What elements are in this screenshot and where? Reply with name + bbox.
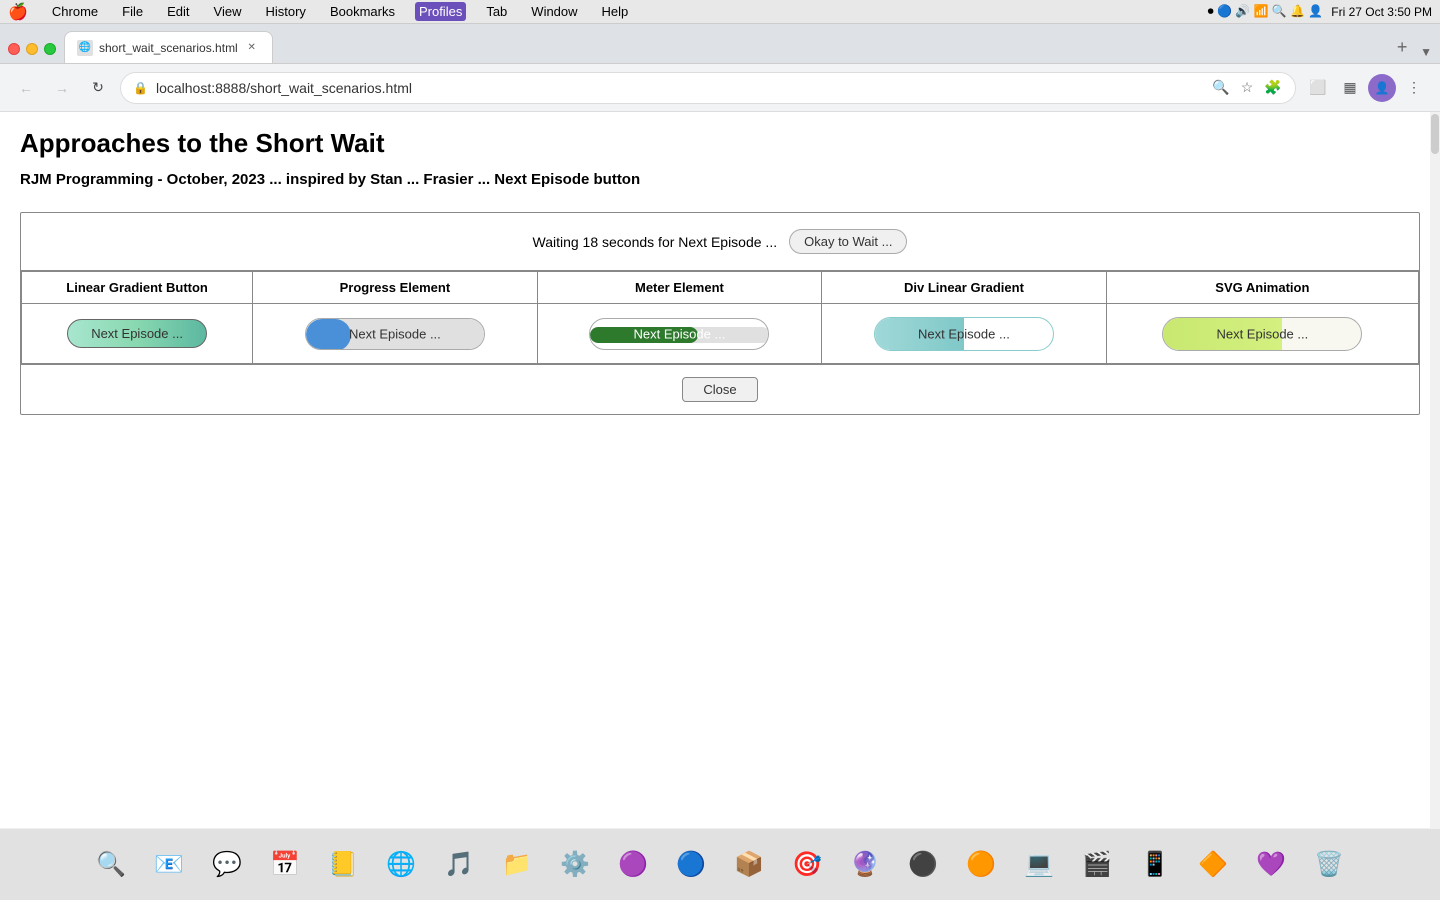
dock-item-messages[interactable]: 💬 [201, 839, 253, 891]
dock-item-app8[interactable]: 💻 [1013, 839, 1065, 891]
dock-item-app3[interactable]: 📦 [723, 839, 775, 891]
menu-history[interactable]: History [261, 2, 309, 21]
extensions-icon[interactable]: 🧩 [1263, 78, 1283, 98]
close-window-btn[interactable] [8, 43, 20, 55]
dock-item-settings[interactable]: ⚙️ [549, 839, 601, 891]
bookmark-icon[interactable]: ☆ [1237, 78, 1257, 98]
close-row: Close [21, 364, 1419, 414]
more-btn[interactable]: ⋮ [1400, 74, 1428, 102]
window-controls [8, 43, 56, 55]
menu-bar-right: ⏺ 🔵 🔊 📶 🔍 🔔 👤 Fri 27 Oct 3:50 PM [1208, 4, 1432, 19]
menu-bookmarks[interactable]: Bookmarks [326, 2, 399, 21]
dock-item-app2[interactable]: 🔵 [665, 839, 717, 891]
dock: 🔍 📧 💬 📅 📒 🌐 🎵 📁 ⚙️ 🟣 🔵 📦 🎯 🔮 ⚫ 🟠 💻 🎬 📱 🔶… [0, 828, 1440, 900]
div-gradient-label: Next Episode ... [918, 326, 1010, 341]
dock-item-files[interactable]: 📁 [491, 839, 543, 891]
menu-help[interactable]: Help [598, 2, 633, 21]
dock-item-trash[interactable]: 🗑️ [1303, 839, 1355, 891]
tab-bar: 🌐 short_wait_scenarios.html ✕ + ▼ [0, 24, 1440, 64]
menu-icons: ⏺ 🔵 🔊 📶 🔍 🔔 👤 [1208, 4, 1324, 19]
maximize-window-btn[interactable] [44, 43, 56, 55]
tab-title: short_wait_scenarios.html [99, 41, 238, 55]
col-meter: Meter Element [537, 272, 822, 304]
page-subtitle: RJM Programming - October, 2023 ... insp… [20, 171, 1420, 188]
dock-item-mail[interactable]: 📧 [143, 839, 195, 891]
page-title: Approaches to the Short Wait [20, 128, 1420, 159]
dock-item-app11[interactable]: 🔶 [1187, 839, 1239, 891]
menu-view[interactable]: View [210, 2, 246, 21]
demo-row: Next Episode ... Next Episode ... N [22, 304, 1419, 364]
col-progress: Progress Element [253, 272, 538, 304]
tab-scroll-area: 🌐 short_wait_scenarios.html ✕ + ▼ [64, 31, 1432, 63]
tab-expand-btn[interactable]: ▼ [1420, 45, 1432, 59]
dock-item-app1[interactable]: 🟣 [607, 839, 659, 891]
dock-item-app6[interactable]: ⚫ [897, 839, 949, 891]
cell-div-gradient: Next Episode ... [822, 304, 1107, 364]
dock-item-app9[interactable]: 🎬 [1071, 839, 1123, 891]
dock-item-app4[interactable]: 🎯 [781, 839, 833, 891]
okay-wait-button[interactable]: Okay to Wait ... [789, 229, 907, 254]
avatar-btn[interactable]: 👤 [1368, 74, 1396, 102]
meter-element [590, 319, 769, 350]
search-icon[interactable]: 🔍 [1211, 78, 1231, 98]
dock-item-app12[interactable]: 💜 [1245, 839, 1297, 891]
dock-item-contacts[interactable]: 📒 [317, 839, 369, 891]
url-bar[interactable]: 🔒 localhost:8888/short_wait_scenarios.ht… [120, 72, 1296, 104]
new-tab-btn[interactable]: + [1388, 33, 1416, 61]
svg-label: Next Episode ... [1216, 326, 1308, 341]
dock-item-music[interactable]: 🎵 [433, 839, 485, 891]
menu-tab[interactable]: Tab [482, 2, 511, 21]
tab-close-btn[interactable]: ✕ [244, 40, 260, 56]
datetime: Fri 27 Oct 3:50 PM [1331, 5, 1432, 19]
menu-bar: 🍎 Chrome File Edit View History Bookmark… [0, 0, 1440, 24]
menu-file[interactable]: File [118, 2, 147, 21]
forward-btn[interactable]: → [48, 74, 76, 102]
waiting-text: Waiting 18 seconds for Next Episode ... [533, 234, 778, 250]
dock-item-app7[interactable]: 🟠 [955, 839, 1007, 891]
back-btn[interactable]: ← [12, 74, 40, 102]
dock-item-app10[interactable]: 📱 [1129, 839, 1181, 891]
menu-edit[interactable]: Edit [163, 2, 193, 21]
active-tab[interactable]: 🌐 short_wait_scenarios.html ✕ [64, 31, 273, 63]
col-svg: SVG Animation [1106, 272, 1418, 304]
dock-item-app5[interactable]: 🔮 [839, 839, 891, 891]
div-gradient-outer: Next Episode ... [874, 317, 1054, 351]
lock-icon: 🔒 [133, 81, 148, 95]
progress-container: Next Episode ... [305, 318, 485, 350]
col-div-gradient: Div Linear Gradient [822, 272, 1107, 304]
main-container: Waiting 18 seconds for Next Episode ... … [20, 212, 1420, 415]
address-bar: ← → ↻ 🔒 localhost:8888/short_wait_scenar… [0, 64, 1440, 112]
refresh-btn[interactable]: ↻ [84, 74, 112, 102]
chrome-actions: ⬜ ▦ 👤 ⋮ [1304, 74, 1428, 102]
meter-container: Next Episode ... [589, 318, 769, 350]
url-actions: 🔍 ☆ 🧩 [1211, 78, 1283, 98]
dock-item-safari[interactable]: 🌐 [375, 839, 427, 891]
cell-linear-gradient: Next Episode ... [22, 304, 253, 364]
menu-profiles[interactable]: Profiles [415, 2, 466, 21]
col-linear-gradient: Linear Gradient Button [22, 272, 253, 304]
close-button[interactable]: Close [682, 377, 757, 402]
tab-favicon: 🌐 [77, 40, 93, 56]
page-content: Approaches to the Short Wait RJM Program… [0, 112, 1440, 431]
linear-gradient-btn[interactable]: Next Episode ... [67, 319, 207, 348]
menu-window[interactable]: Window [527, 2, 581, 21]
scroll-thumb[interactable] [1431, 114, 1439, 154]
menu-chrome[interactable]: Chrome [48, 2, 102, 21]
apple-menu[interactable]: 🍎 [8, 2, 28, 22]
minimize-window-btn[interactable] [26, 43, 38, 55]
cell-progress: Next Episode ... [253, 304, 538, 364]
cell-svg: Next Episode ... [1106, 304, 1418, 364]
scrollbar[interactable] [1430, 112, 1440, 828]
waiting-header: Waiting 18 seconds for Next Episode ... … [21, 213, 1419, 271]
demo-table: Linear Gradient Button Progress Element … [21, 271, 1419, 364]
svg-container: Next Episode ... [1162, 317, 1362, 351]
sidebar-icon[interactable]: ▦ [1336, 74, 1364, 102]
dock-item-finder[interactable]: 🔍 [85, 839, 137, 891]
dock-item-calendar[interactable]: 📅 [259, 839, 311, 891]
url-text: localhost:8888/short_wait_scenarios.html [156, 80, 1203, 96]
progress-element [306, 319, 485, 350]
cell-meter: Next Episode ... [537, 304, 822, 364]
cast-icon[interactable]: ⬜ [1304, 74, 1332, 102]
